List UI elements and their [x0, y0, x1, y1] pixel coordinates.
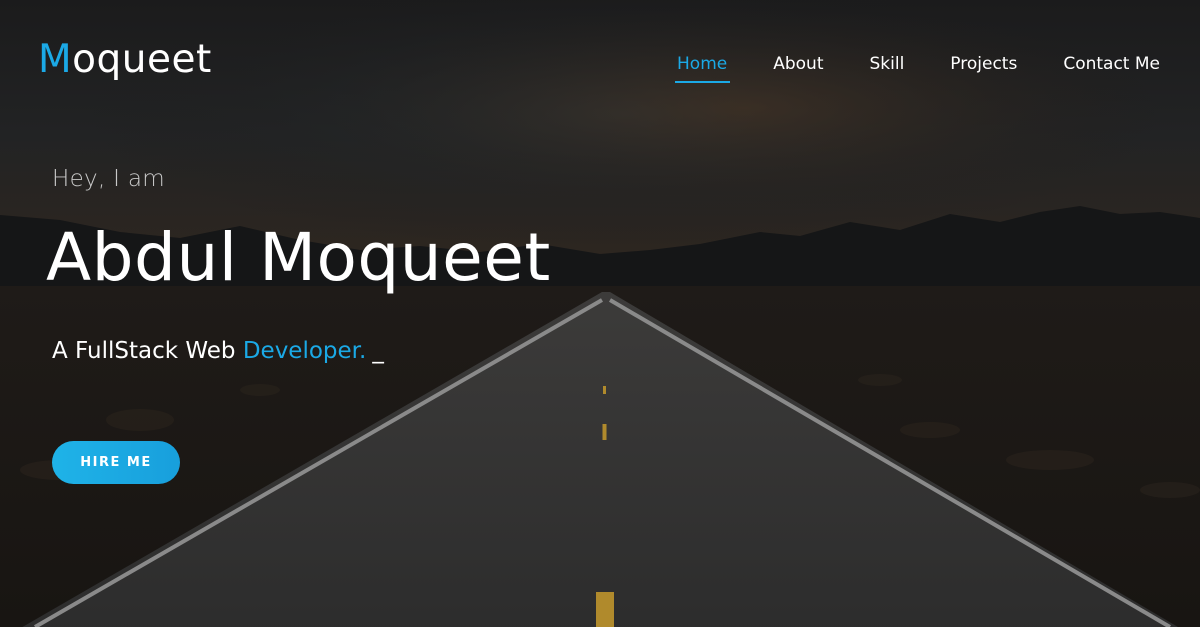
nav-item-projects[interactable]: Projects: [950, 53, 1017, 75]
nav-item-contact[interactable]: Contact Me: [1063, 53, 1160, 75]
nav-item-about[interactable]: About: [773, 53, 823, 75]
hero-tagline: A FullStack Web Developer. _: [52, 338, 384, 364]
background-image: [0, 0, 1200, 627]
hero-name: Abdul Moqueet: [46, 219, 551, 296]
main-nav: Home About Skill Projects Contact Me: [631, 53, 1160, 83]
hero-section: Moqueet Home About Skill Projects Contac…: [0, 0, 1200, 627]
hero-greeting: Hey, I am: [52, 166, 165, 192]
hire-me-button[interactable]: HIRE ME: [52, 441, 180, 484]
typing-cursor: _: [372, 338, 384, 364]
nav-item-skill[interactable]: Skill: [869, 53, 904, 75]
nav-item-home[interactable]: Home: [675, 53, 731, 83]
brand-logo[interactable]: Moqueet: [38, 40, 212, 79]
tagline-prefix: A FullStack Web: [52, 338, 236, 364]
brand-initial: M: [38, 37, 73, 82]
brand-rest: oqueet: [72, 37, 212, 82]
tagline-role: Developer.: [242, 338, 367, 364]
